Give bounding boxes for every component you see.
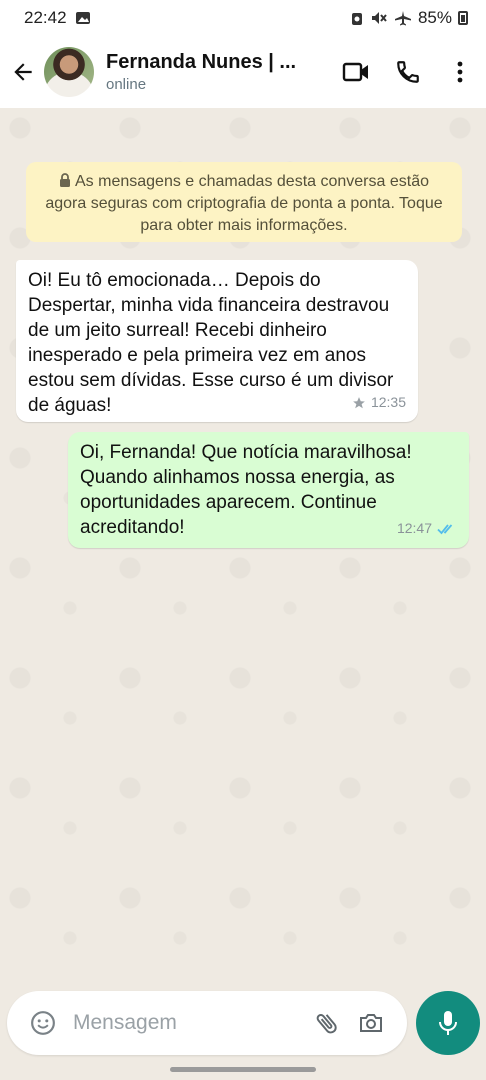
emoji-button[interactable]: [21, 1001, 65, 1045]
attach-button[interactable]: [305, 1001, 349, 1045]
message-incoming[interactable]: Oi! Eu tô emocionada… Depois do Desperta…: [16, 260, 418, 422]
contact-info[interactable]: Fernanda Nunes | ... online: [106, 51, 330, 93]
message-text: Oi! Eu tô emocionada… Depois do Desperta…: [28, 270, 394, 416]
message-meta: 12:47: [397, 516, 457, 541]
phone-icon: [397, 61, 419, 83]
chat-header: Fernanda Nunes | ... online: [0, 36, 486, 108]
battery-percent: 85%: [417, 8, 452, 27]
encryption-notice[interactable]: As mensagens e chamadas desta conversa e…: [26, 162, 462, 242]
alarm-icon: [351, 13, 362, 25]
message-text: Oi, Fernanda! Que notícia maravilhosa! Q…: [80, 442, 412, 538]
message-composer[interactable]: Mensagem: [7, 991, 407, 1055]
camera-button[interactable]: [349, 1001, 393, 1045]
star-icon: [353, 396, 365, 408]
message-input[interactable]: Mensagem: [73, 1011, 305, 1035]
microphone-icon: [439, 1011, 457, 1035]
battery-icon: [458, 11, 468, 25]
status-bar: 22:42 85%: [0, 0, 486, 36]
camera-icon: [360, 1014, 382, 1032]
home-gesture-handle[interactable]: [170, 1067, 316, 1072]
back-button[interactable]: [2, 51, 44, 93]
voice-message-button[interactable]: [416, 991, 480, 1055]
message-time: 12:47: [396, 520, 432, 536]
video-camera-icon: [342, 62, 368, 82]
contact-name: Fernanda Nunes | ...: [106, 51, 297, 73]
gallery-icon: [75, 12, 90, 24]
emoji-icon: [31, 1011, 55, 1035]
voice-call-button[interactable]: [382, 46, 434, 98]
more-vertical-icon: [457, 61, 463, 83]
encryption-text: As mensagens e chamadas desta conversa e…: [45, 173, 443, 234]
status-time: 22:42: [24, 8, 67, 27]
contact-status: online: [106, 76, 147, 93]
lock-icon: [60, 173, 70, 187]
mute-icon: [371, 12, 387, 24]
message-time: 12:35: [370, 394, 406, 410]
arrow-left-icon: [14, 63, 32, 81]
message-outgoing[interactable]: Oi, Fernanda! Que notícia maravilhosa! Q…: [68, 432, 469, 548]
message-meta: 12:35: [352, 390, 406, 415]
chat-area[interactable]: As mensagens e chamadas desta conversa e…: [0, 108, 486, 988]
airplane-mode-icon: [394, 11, 411, 26]
double-check-icon: [437, 523, 453, 534]
paperclip-icon: [316, 1014, 337, 1034]
video-call-button[interactable]: [330, 46, 382, 98]
contact-avatar[interactable]: [44, 47, 94, 97]
more-options-button[interactable]: [434, 46, 486, 98]
